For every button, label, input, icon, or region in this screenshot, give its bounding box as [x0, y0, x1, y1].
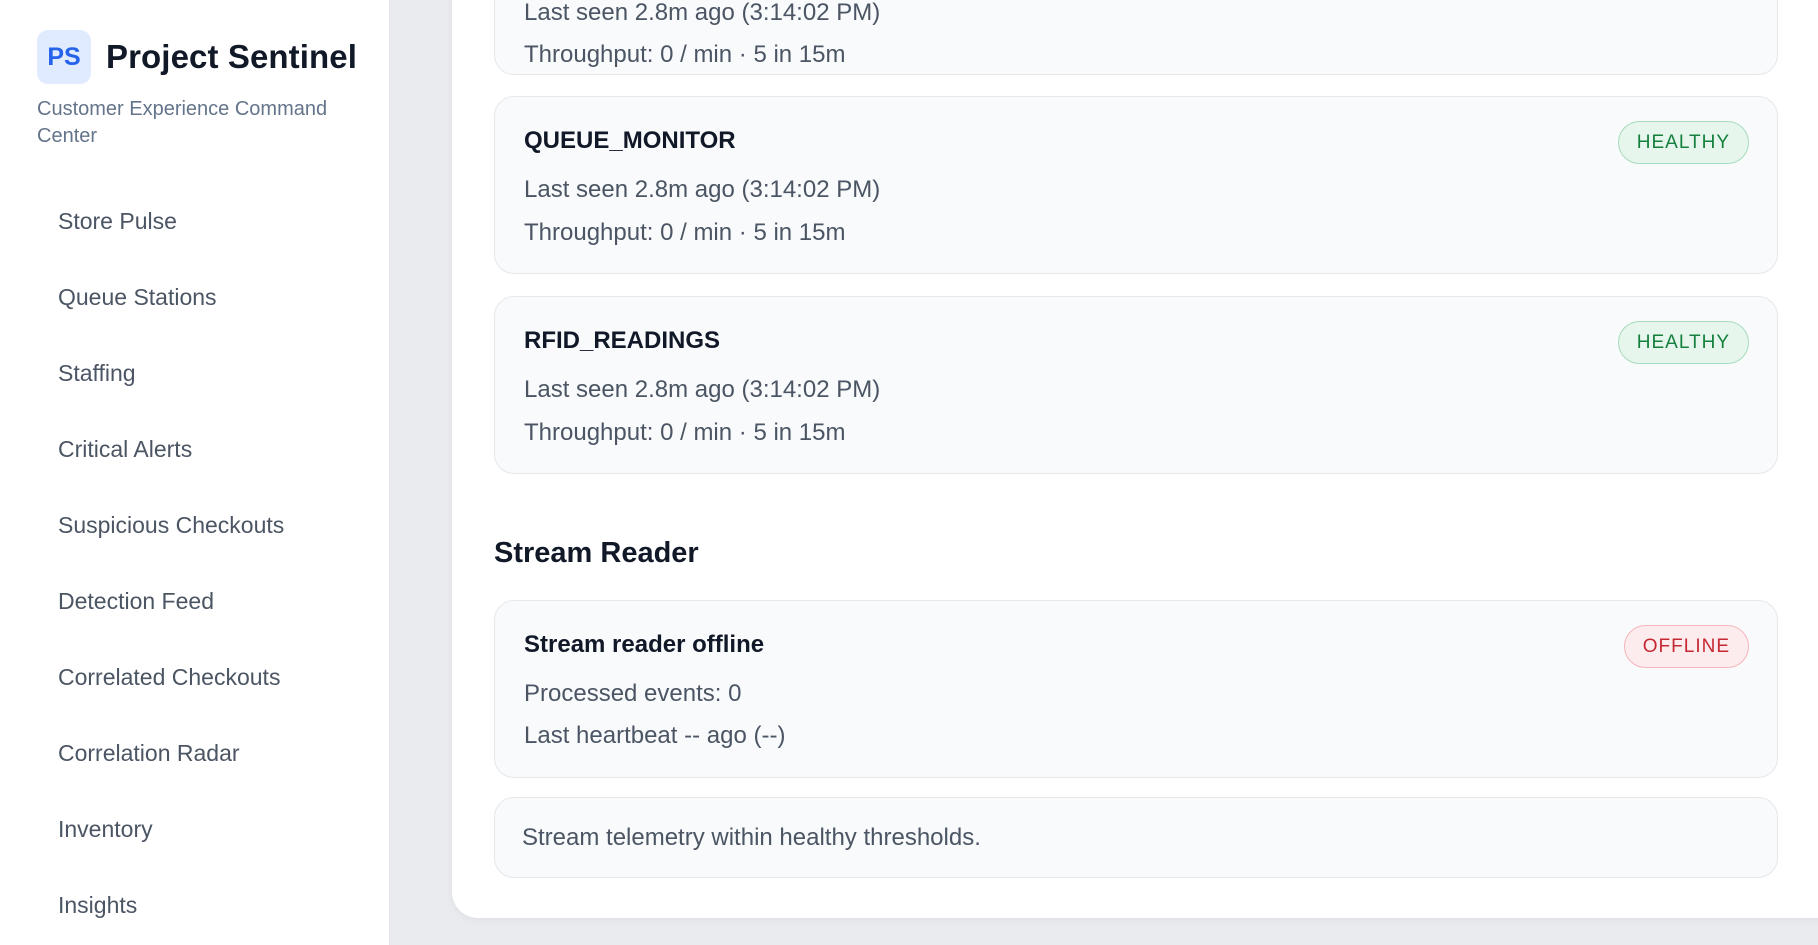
section-title-stream-reader: Stream Reader — [494, 537, 699, 569]
status-badge: HEALTHY — [1617, 321, 1749, 364]
sidebar-item-critical-alerts[interactable]: Critical Alerts — [37, 411, 359, 487]
sidebar: PS Project Sentinel Customer Experience … — [0, 0, 390, 945]
telemetry-note: Stream telemetry within healthy threshol… — [494, 797, 1778, 878]
main-content: Last seen 2.8m ago (3:14:02 PM) Throughp… — [390, 0, 1818, 945]
stream-reader-card: Stream reader offline OFFLINE Processed … — [494, 600, 1778, 778]
stream-card: RFID_READINGS HEALTHY Last seen 2.8m ago… — [494, 296, 1778, 474]
sidebar-item-suspicious-checkouts[interactable]: Suspicious Checkouts — [37, 487, 359, 563]
stream-last-seen: Last seen 2.8m ago (3:14:02 PM) — [524, 0, 881, 26]
stream-name: QUEUE_MONITOR — [524, 127, 736, 154]
stream-card: Last seen 2.8m ago (3:14:02 PM) Throughp… — [494, 0, 1778, 75]
stream-health-panel: Last seen 2.8m ago (3:14:02 PM) Throughp… — [452, 0, 1818, 918]
sidebar-item-correlated-checkouts[interactable]: Correlated Checkouts — [37, 639, 359, 715]
last-heartbeat: Last heartbeat -- ago (--) — [524, 722, 786, 749]
sidebar-item-staffing[interactable]: Staffing — [37, 335, 359, 411]
stream-last-seen: Last seen 2.8m ago (3:14:02 PM) — [524, 376, 881, 403]
stream-throughput: Throughput: 0 / min · 5 in 15m — [524, 41, 846, 68]
brand-subtitle: Customer Experience Command Center — [37, 98, 328, 147]
status-badge: HEALTHY — [1617, 121, 1749, 164]
brand-name: Project Sentinel — [106, 38, 358, 75]
processed-events: Processed events: 0 — [524, 680, 742, 707]
brand-logo: PS — [37, 30, 91, 84]
sidebar-item-detection-feed[interactable]: Detection Feed — [37, 563, 359, 639]
stream-throughput: Throughput: 0 / min · 5 in 15m — [524, 219, 846, 246]
status-badge: OFFLINE — [1623, 625, 1749, 668]
sidebar-item-queue-stations[interactable]: Queue Stations — [37, 259, 359, 335]
stream-throughput: Throughput: 0 / min · 5 in 15m — [524, 419, 846, 446]
stream-card: QUEUE_MONITOR HEALTHY Last seen 2.8m ago… — [494, 96, 1778, 274]
sidebar-item-store-pulse[interactable]: Store Pulse — [37, 183, 359, 259]
sidebar-item-insights[interactable]: Insights — [37, 867, 359, 943]
stream-last-seen: Last seen 2.8m ago (3:14:02 PM) — [524, 176, 881, 203]
brand: PS Project Sentinel — [37, 30, 389, 84]
stream-name: RFID_READINGS — [524, 327, 721, 354]
stream-reader-title: Stream reader offline — [524, 631, 765, 658]
app-root: PS Project Sentinel Customer Experience … — [0, 0, 1818, 945]
sidebar-item-inventory[interactable]: Inventory — [37, 791, 359, 867]
sidebar-nav: Store Pulse Queue Stations Staffing Crit… — [37, 183, 389, 943]
sidebar-item-correlation-radar[interactable]: Correlation Radar — [37, 715, 359, 791]
